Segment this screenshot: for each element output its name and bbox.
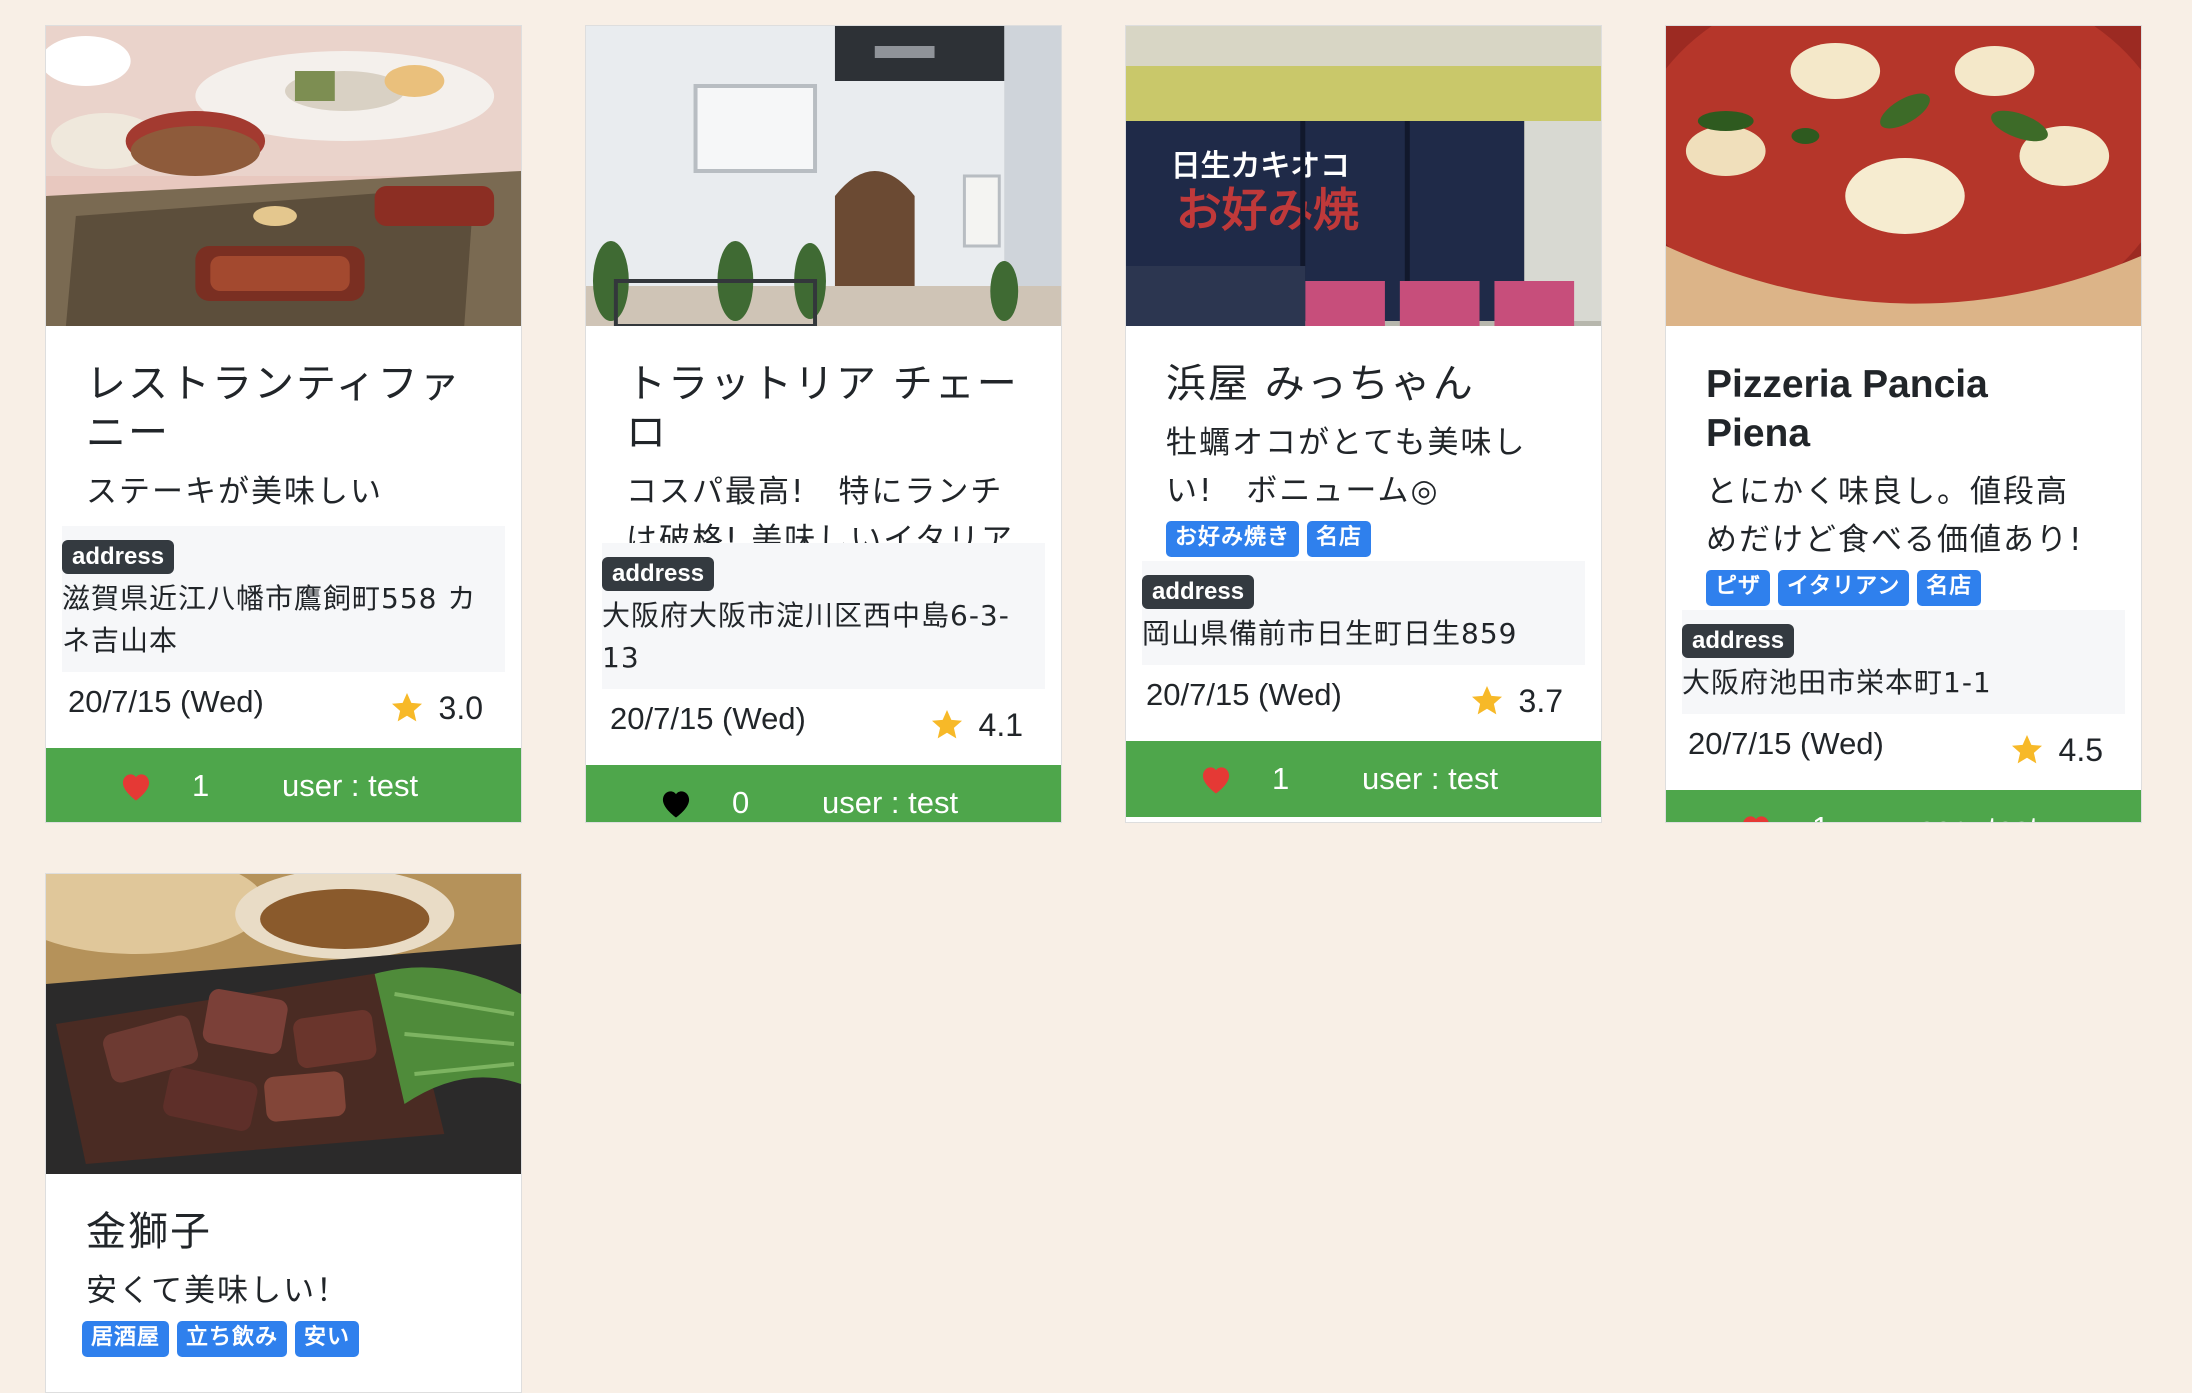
card-meta: 20/7/15 (Wed) 3.7 <box>1126 665 1601 729</box>
address-text: 滋賀県近江八幡市鷹飼町558 カネ吉山本 <box>62 582 477 657</box>
post-date: 20/7/15 (Wed) <box>1146 677 1342 712</box>
star-icon <box>391 693 422 722</box>
tag[interactable]: 名店 <box>1917 570 1982 606</box>
card-footer: 1 user : test <box>46 748 521 822</box>
card-footer: 1 user : test <box>1126 741 1601 817</box>
post-author[interactable]: user : test <box>282 768 418 804</box>
tag[interactable]: ピザ <box>1706 570 1771 606</box>
restaurant-card[interactable]: 金獅子 安くて美味しい！ 居酒屋 立ち飲み 安い <box>45 873 522 1393</box>
star-icon <box>1471 686 1502 715</box>
restaurant-card[interactable]: トラットリア チェーロ コスパ最高! 特にランチは破格! 美味しいイタリア ad… <box>585 25 1062 823</box>
post-date: 20/7/15 (Wed) <box>1688 726 1884 761</box>
card-meta: 20/7/15 (Wed) 3.0 <box>46 672 521 736</box>
star-icon <box>931 710 962 739</box>
svg-text:日生カキオコ: 日生カキオコ <box>1171 149 1350 184</box>
address-badge: address <box>1682 624 1795 658</box>
heart-icon[interactable] <box>1198 763 1234 795</box>
restaurant-facade-photo[interactable] <box>586 26 1061 326</box>
rating: 4.1 <box>929 707 1023 744</box>
tag-list: ピザ イタリアン 名店 <box>1706 570 2101 606</box>
card-body: 浜屋 みっちゃん 牡蠣オコがとても美味しい! ボニューム◎ お好み焼き 名店 <box>1126 326 1601 557</box>
card-meta: 20/7/15 (Wed) 4.5 <box>1666 714 2141 778</box>
card-body: Pizzeria Pancia Piena とにかく味良し。値段高めだけど食べる… <box>1666 326 2141 606</box>
restaurant-name[interactable]: レストランティファニー <box>86 360 481 458</box>
star-icon <box>2011 735 2042 764</box>
card-body: トラットリア チェーロ コスパ最高! 特にランチは破格! 美味しいイタリア <box>586 326 1061 543</box>
heart-icon[interactable] <box>658 787 694 819</box>
address-badge: address <box>62 540 175 574</box>
like-count: 1 <box>1272 761 1290 796</box>
restaurant-name[interactable]: 浜屋 みっちゃん <box>1166 360 1561 409</box>
restaurant-description: コスパ最高! 特にランチは破格! 美味しいイタリア <box>626 474 1015 543</box>
restaurant-name[interactable]: 金獅子 <box>86 1208 481 1257</box>
like-count: 0 <box>732 785 750 820</box>
restaurant-description: 牡蠣オコがとても美味しい! ボニューム◎ <box>1166 425 1527 509</box>
post-date: 20/7/15 (Wed) <box>610 701 806 736</box>
address-text: 大阪府大阪市淀川区西中島6-3-13 <box>602 599 1010 674</box>
card-footer: 1 user : test <box>1666 790 2141 823</box>
address-text: 大阪府池田市栄本町1-1 <box>1682 666 1992 699</box>
address-section: address 大阪府大阪市淀川区西中島6-3-13 <box>602 543 1045 689</box>
tag[interactable]: 立ち飲み <box>177 1321 288 1357</box>
rating-value: 3.7 <box>1518 682 1563 719</box>
card-body: レストランティファニー ステーキが美味しい <box>46 326 521 516</box>
restaurant-description: 安くて美味しい！ <box>86 1273 350 1309</box>
tag-list: 居酒屋 立ち飲み 安い <box>82 1321 481 1357</box>
restaurant-name[interactable]: トラットリア チェーロ <box>626 360 1021 458</box>
tag[interactable]: 名店 <box>1307 521 1372 557</box>
rating: 3.0 <box>389 690 483 727</box>
address-text: 岡山県備前市日生町日生859 <box>1142 617 1518 650</box>
like-count: 1 <box>192 768 210 803</box>
tag-list: お好み焼き 名店 <box>1166 521 1561 557</box>
post-date: 20/7/15 (Wed) <box>68 684 264 719</box>
restaurant-name[interactable]: Pizzeria Pancia Piena <box>1706 360 2101 458</box>
rating-value: 4.1 <box>978 706 1023 743</box>
address-badge: address <box>602 557 715 591</box>
like-count: 1 <box>1812 810 1872 822</box>
heart-icon[interactable] <box>118 770 154 802</box>
tag[interactable]: イタリアン <box>1778 570 1910 606</box>
restaurant-description: とにかく味良し。値段高めだけど食べる価値あり! <box>1706 474 2084 558</box>
rating-value: 3.0 <box>438 689 483 726</box>
rating-value: 4.5 <box>2058 731 2103 768</box>
tag[interactable]: 安い <box>295 1321 360 1357</box>
heart-icon[interactable] <box>1738 812 1774 823</box>
rating: 3.7 <box>1469 683 1563 720</box>
post-author[interactable]: user : test <box>1362 761 1498 797</box>
restaurant-card[interactable]: Pizzeria Pancia Piena とにかく味良し。値段高めだけど食べる… <box>1665 25 2142 823</box>
card-body: 金獅子 安くて美味しい！ 居酒屋 立ち飲み 安い <box>46 1174 521 1357</box>
card-footer: 0 user : test <box>586 765 1061 822</box>
address-section: address 滋賀県近江八幡市鷹飼町558 カネ吉山本 <box>62 526 505 672</box>
post-author[interactable]: user : test <box>822 785 958 821</box>
post-author[interactable]: user : test <box>1902 810 2038 822</box>
okonomiyaki-shop-photo[interactable]: 日生カキオコ お好み焼 <box>1126 26 1601 326</box>
margherita-pizza-photo[interactable] <box>1666 26 2141 326</box>
restaurant-description: ステーキが美味しい <box>86 474 383 510</box>
card-meta: 20/7/15 (Wed) 4.1 <box>586 689 1061 753</box>
address-badge: address <box>1142 575 1255 609</box>
address-section: address 岡山県備前市日生町日生859 <box>1142 561 1585 665</box>
tag[interactable]: 居酒屋 <box>82 1321 170 1357</box>
rating: 4.5 <box>2009 732 2103 769</box>
address-section: address 大阪府池田市栄本町1-1 <box>1682 610 2125 714</box>
svg-text:お好み焼: お好み焼 <box>1176 183 1359 237</box>
grilled-beef-photo[interactable] <box>46 874 521 1174</box>
restaurant-card[interactable]: レストランティファニー ステーキが美味しい address 滋賀県近江八幡市鷹飼… <box>45 25 522 823</box>
restaurant-card[interactable]: 日生カキオコ お好み焼 浜屋 みっちゃん 牡蠣オコがとても美味しい! ボニューム… <box>1125 25 1602 823</box>
steak-dinner-photo[interactable] <box>46 26 521 326</box>
tag[interactable]: お好み焼き <box>1166 521 1300 557</box>
